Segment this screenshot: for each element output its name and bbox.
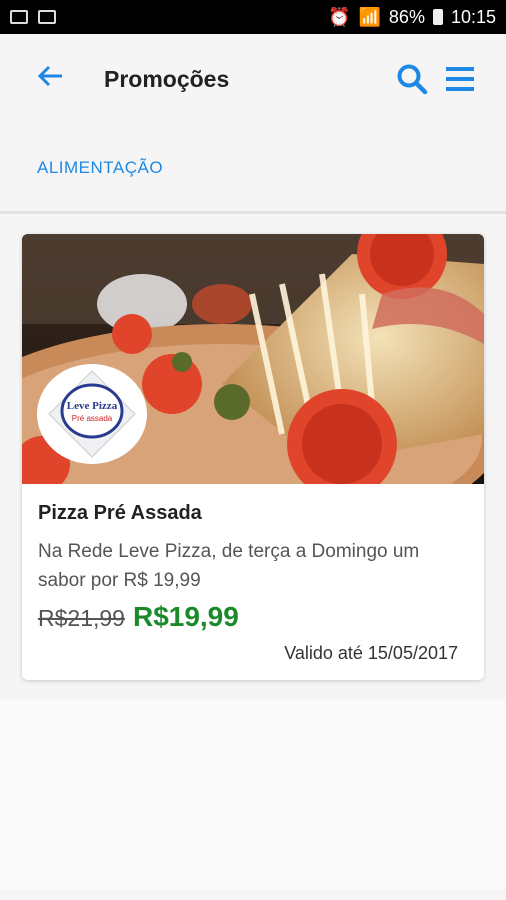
promo-title: Pizza Pré Assada [38, 502, 202, 524]
voicemail-icon [38, 10, 56, 24]
search-button[interactable] [388, 63, 436, 95]
brand-logo: Leve Pizza Pré assada [37, 364, 147, 464]
gallery-icon [10, 10, 28, 24]
search-icon [397, 64, 428, 95]
menu-button[interactable] [436, 66, 484, 92]
tab-alimentacao[interactable]: ALIMENTAÇÃO [37, 158, 163, 178]
empty-area [0, 700, 506, 890]
promo-validity: Valido até 15/05/2017 [284, 643, 458, 663]
promo-image: Leve Pizza Pré assada [22, 234, 484, 484]
clock: 10:15 [450, 6, 496, 27]
alarm-icon: ⏰ [328, 6, 351, 27]
svg-text:Leve Pizza: Leve Pizza [67, 400, 118, 412]
back-button[interactable] [36, 64, 86, 94]
promo-list: Leve Pizza Pré assada Pizza Pré Assada N… [0, 214, 506, 700]
battery-percent: 86% [388, 6, 425, 27]
wifi-icon: 📶 [358, 6, 381, 27]
new-price: R$19,99 [132, 601, 239, 632]
menu-icon [446, 67, 474, 91]
leve-pizza-logo: Leve Pizza Pré assada [48, 370, 136, 458]
svg-text:Pré assada: Pré assada [72, 414, 113, 423]
page-title: Promoções [104, 65, 230, 92]
promo-card-body: Pizza Pré Assada Na Rede Leve Pizza, de … [22, 484, 484, 680]
category-tabs: ALIMENTAÇÃO [0, 124, 506, 214]
status-bar: ⏰ 📶 86% 10:15 [0, 0, 506, 34]
arrow-left-icon [37, 65, 62, 87]
promo-card[interactable]: Leve Pizza Pré assada Pizza Pré Assada N… [22, 234, 484, 680]
app-bar: Promoções [0, 34, 506, 124]
promo-prices: R$21,99 R$19,99 [38, 601, 468, 633]
battery-icon [432, 9, 443, 25]
promo-description: Na Rede Leve Pizza, de terça a Domingo u… [38, 541, 420, 591]
old-price: R$21,99 [38, 605, 125, 631]
